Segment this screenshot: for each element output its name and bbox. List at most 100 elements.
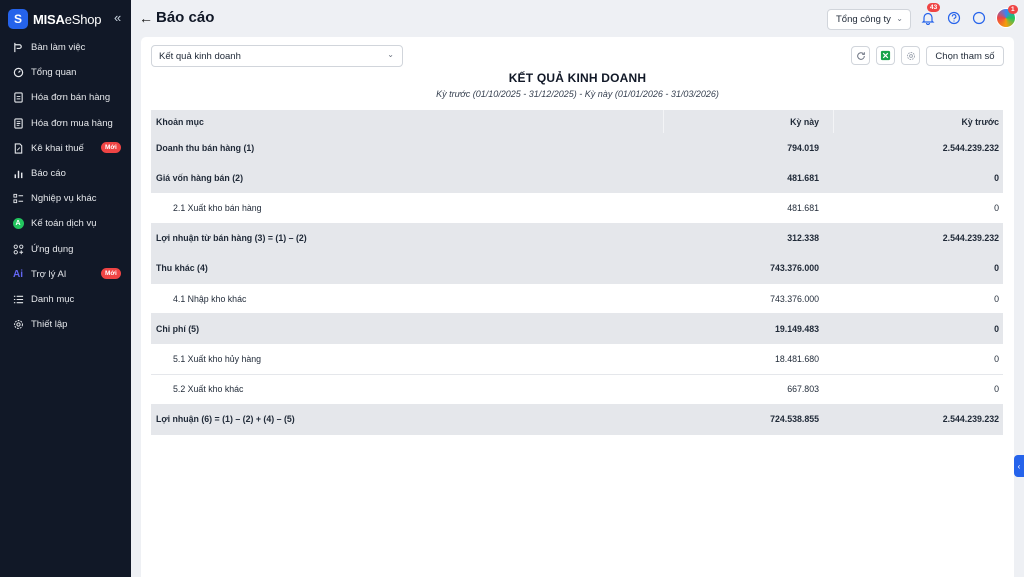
sidebar-item-hoa-don-ban-hang[interactable]: Hóa đơn bán hàng xyxy=(0,85,131,110)
sidebar-item-label: Hóa đơn mua hàng xyxy=(31,117,113,129)
chevron-down-icon: ⌄ xyxy=(387,50,394,59)
page-title: Báo cáo xyxy=(156,9,215,26)
help-icon[interactable] xyxy=(947,11,961,25)
current-value: 743.376.000 xyxy=(663,253,833,283)
misa-logo-icon: S xyxy=(8,9,28,29)
previous-value: 0 xyxy=(833,193,1003,223)
report-title: KẾT QUẢ KINH DOANH xyxy=(508,71,647,85)
row-label: Lợi nhuận từ bán hàng (3) = (1) – (2) xyxy=(156,233,307,244)
row-label: 5.1 Xuất kho hủy hàng xyxy=(173,353,262,364)
export-excel-button[interactable] xyxy=(876,46,895,65)
receipt-icon xyxy=(12,117,24,129)
report-type-value: Kết quả kinh doanh xyxy=(159,50,241,62)
refresh-button[interactable] xyxy=(851,46,870,65)
row-label: 5.2 Xuất kho khác xyxy=(173,384,244,395)
apps-icon xyxy=(12,243,24,255)
current-value: 312.338 xyxy=(663,223,833,253)
bell-icon[interactable] xyxy=(921,11,935,26)
report-period: Kỳ trước (01/10/2025 - 31/12/2025) - Kỳ … xyxy=(436,89,719,99)
table-row[interactable]: Giá vốn hàng bán (2) 481.681 0 xyxy=(151,163,1003,194)
column-header: Kỳ trước xyxy=(833,110,1003,133)
table-row[interactable]: 4.1 Nhập kho khác 743.376.000 0 xyxy=(151,283,1003,315)
previous-value: 0 xyxy=(833,253,1003,283)
chevron-down-icon: ⌄ xyxy=(896,14,903,23)
previous-value: 2.544.239.232 xyxy=(833,133,1003,163)
row-label: Chi phí (5) xyxy=(156,323,200,334)
bar-chart-icon xyxy=(12,168,24,180)
row-label: Doanh thu bán hàng (1) xyxy=(156,142,255,153)
company-select[interactable]: Tổng công ty ⌄ xyxy=(827,9,911,30)
sidebar-item-nghiep-vu-khac[interactable]: Nghiệp vụ khác xyxy=(0,186,131,211)
sidebar-item-ke-khai-thue[interactable]: Kê khai thuế Mới xyxy=(0,136,131,161)
previous-value: 0 xyxy=(833,163,1003,193)
sidebar-item-label: Kế toán dịch vụ xyxy=(31,218,97,230)
previous-value: 2.544.239.232 xyxy=(833,223,1003,253)
company-select-value: Tổng công ty xyxy=(836,14,891,25)
brand-name: MISAeShop xyxy=(33,11,102,27)
table-row[interactable]: Lợi nhuận (6) = (1) – (2) + (4) – (5) 72… xyxy=(151,404,1003,435)
back-arrow-icon[interactable]: ← xyxy=(139,10,153,26)
sidebar-item-hoa-don-mua-hang[interactable]: Hóa đơn mua hàng xyxy=(0,111,131,136)
sidebar-item-label: Bàn làm việc xyxy=(31,42,86,54)
current-value: 667.803 xyxy=(663,374,833,404)
choose-params-button[interactable]: Chọn tham số xyxy=(926,46,1004,66)
table-row[interactable]: 5.1 Xuất kho hủy hàng 18.481.680 0 xyxy=(151,344,1003,375)
current-value: 481.681 xyxy=(663,163,833,193)
table-row[interactable]: Lợi nhuận từ bán hàng (3) = (1) – (2) 31… xyxy=(151,223,1003,254)
checklist-icon xyxy=(12,193,24,205)
previous-value: 0 xyxy=(833,374,1003,404)
table-header: Khoản mục Kỳ này Kỳ trước xyxy=(151,110,1003,133)
row-label: Thu khác (4) xyxy=(156,263,208,274)
sidebar-item-ke-toan-dich-vu[interactable]: A Kế toán dịch vụ xyxy=(0,211,131,236)
sidebar-item-tro-ly-ai[interactable]: Ai Trợ lý AI Mới xyxy=(0,262,131,287)
current-value: 19.149.483 xyxy=(663,314,833,344)
row-label: 4.1 Nhập kho khác xyxy=(173,293,247,304)
excel-icon xyxy=(880,50,891,61)
previous-value: 2.544.239.232 xyxy=(833,404,1003,434)
chevron-left-icon: ‹ xyxy=(1017,461,1021,471)
chat-icon[interactable] xyxy=(972,11,986,25)
new-badge: Mới xyxy=(101,267,121,279)
gear-icon xyxy=(906,51,915,60)
previous-value: 0 xyxy=(833,344,1003,374)
accounting-service-icon: A xyxy=(12,218,24,230)
sidebar-item-label: Trợ lý AI xyxy=(31,268,67,280)
report-panel: Kết quả kinh doanh ⌄ Chọn tham số KẾT QU… xyxy=(141,37,1014,577)
column-header: Khoản mục xyxy=(156,116,204,127)
top-header: ← Báo cáo Tổng công ty ⌄ 43 1 xyxy=(131,0,1024,36)
sidebar-item-label: Báo cáo xyxy=(31,168,66,180)
report-table: Khoản mục Kỳ này Kỳ trước Doanh thu bán … xyxy=(151,110,1003,435)
sidebar-item-ban-lam-viec[interactable]: Bàn làm việc xyxy=(0,35,131,60)
new-badge: Mới xyxy=(101,141,121,153)
ai-icon: Ai xyxy=(13,268,23,280)
list-icon xyxy=(12,293,24,305)
table-row[interactable]: 5.2 Xuất kho khác 667.803 0 xyxy=(151,374,1003,405)
sidebar-item-thiet-lap[interactable]: Thiết lập xyxy=(0,312,131,337)
sidebar-item-tong-quan[interactable]: Tổng quan xyxy=(0,60,131,85)
brand-logo[interactable]: S MISAeShop xyxy=(8,8,101,30)
previous-value: 0 xyxy=(833,283,1003,314)
current-value: 18.481.680 xyxy=(663,344,833,374)
sidebar-item-danh-muc[interactable]: Danh mục xyxy=(0,287,131,312)
workflow-icon xyxy=(12,42,24,54)
sidebar-nav: Bàn làm việc Tổng quan Hóa đơn bán hàng … xyxy=(0,35,131,337)
avatar-badge: 1 xyxy=(1008,5,1018,14)
current-value: 724.538.855 xyxy=(663,404,833,434)
table-row[interactable]: Doanh thu bán hàng (1) 794.019 2.544.239… xyxy=(151,133,1003,164)
tax-file-icon xyxy=(12,142,24,154)
sidebar-item-label: Hóa đơn bán hàng xyxy=(31,92,111,104)
row-label: 2.1 Xuất kho bán hàng xyxy=(173,202,262,213)
sidebar-item-label: Ứng dụng xyxy=(31,243,74,255)
report-settings-button[interactable] xyxy=(901,46,920,65)
table-row[interactable]: 2.1 Xuất kho bán hàng 481.681 0 xyxy=(151,193,1003,224)
sidebar-item-bao-cao[interactable]: Báo cáo xyxy=(0,161,131,186)
row-label: Giá vốn hàng bán (2) xyxy=(156,172,243,183)
table-row[interactable]: Chi phí (5) 19.149.483 0 xyxy=(151,314,1003,345)
sidebar-item-label: Kê khai thuế xyxy=(31,142,84,154)
gauge-icon xyxy=(12,67,24,79)
collapse-sidebar-icon[interactable]: « xyxy=(114,10,121,25)
sidebar-item-ung-dung[interactable]: Ứng dụng xyxy=(0,237,131,262)
table-row[interactable]: Thu khác (4) 743.376.000 0 xyxy=(151,253,1003,284)
report-type-select[interactable]: Kết quả kinh doanh ⌄ xyxy=(151,45,403,67)
side-panel-toggle[interactable]: ‹ xyxy=(1014,455,1024,477)
